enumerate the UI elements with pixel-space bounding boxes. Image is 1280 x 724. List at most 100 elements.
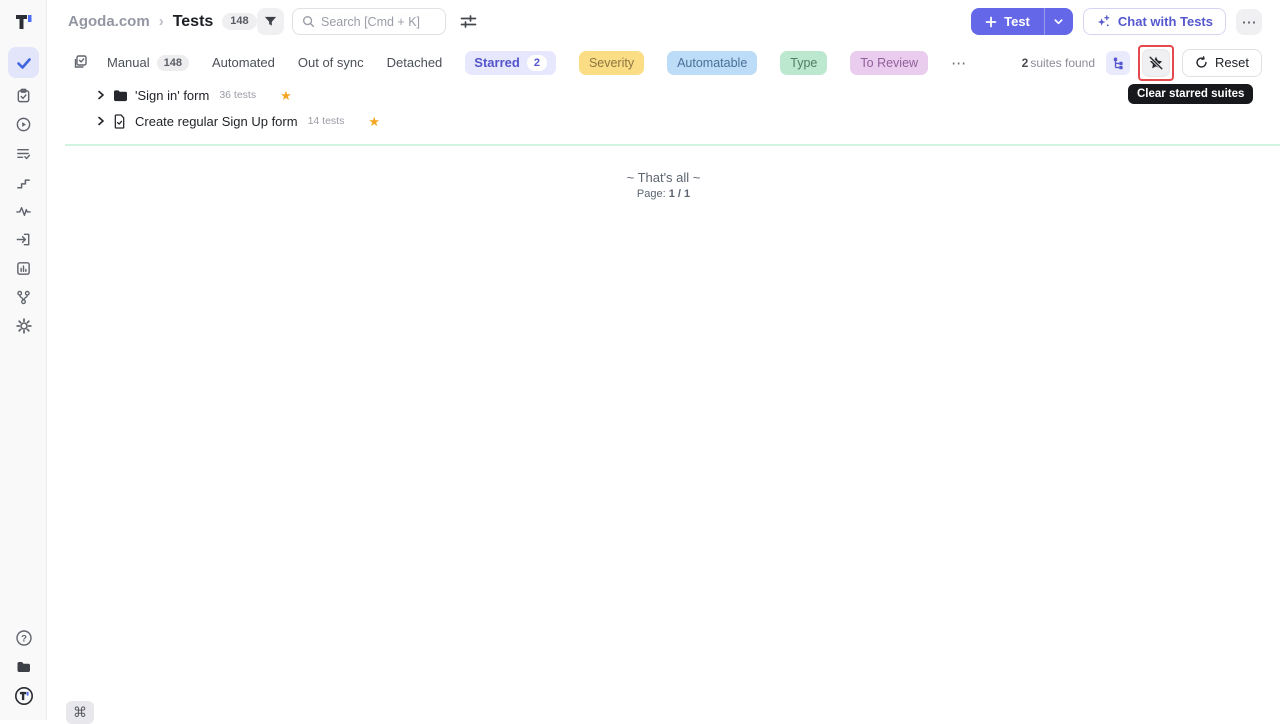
bar-chart-icon <box>15 260 32 277</box>
results-count-label: suites found <box>1030 56 1095 70</box>
bulk-select-button[interactable] <box>70 53 90 73</box>
app-logo-icon[interactable] <box>13 11 35 33</box>
sidebar-item-import[interactable] <box>8 224 39 255</box>
page-label: Page: <box>637 188 666 200</box>
import-box-icon <box>15 231 32 248</box>
check-icon <box>15 54 33 72</box>
sidebar-item-brand[interactable] <box>8 680 39 711</box>
action-highlight-box <box>1138 45 1174 81</box>
ellipsis-icon: ⋯ <box>1242 13 1257 31</box>
chip-to-review[interactable]: To Review <box>850 51 928 75</box>
folder-icon <box>15 658 33 676</box>
sidebar-item-reports[interactable] <box>8 253 39 284</box>
suites-tree: 'Sign in' form 36 tests ★ Create regular… <box>47 82 1280 134</box>
tab-manual[interactable]: Manual 148 <box>107 55 189 71</box>
search-icon <box>302 15 315 28</box>
drop-indicator-line <box>65 144 1280 146</box>
chevron-right-icon[interactable] <box>95 115 113 127</box>
new-test-dropdown-button[interactable] <box>1044 8 1073 35</box>
suite-test-count: 14 tests <box>308 115 345 127</box>
page-indicator: Page: 1 / 1 <box>47 188 1280 200</box>
sparkles-icon <box>1096 14 1111 29</box>
filter-funnel-button[interactable] <box>257 8 284 35</box>
chat-with-tests-button[interactable]: Chat with Tests <box>1083 8 1226 35</box>
star-icon[interactable]: ★ <box>280 89 292 102</box>
table-row[interactable]: 'Sign in' form 36 tests ★ <box>47 82 1280 108</box>
tab-automated[interactable]: Automated <box>212 55 275 70</box>
breadcrumb-separator: › <box>159 13 164 30</box>
file-check-icon <box>113 114 135 129</box>
tests-count-badge: 148 <box>222 13 256 30</box>
tab-starred[interactable]: Starred 2 <box>465 51 556 75</box>
breadcrumb: Agoda.com › Tests 148 <box>68 0 257 43</box>
gear-icon <box>15 317 33 335</box>
tab-detached[interactable]: Detached <box>387 55 443 70</box>
tab-automated-label: Automated <box>212 55 275 70</box>
sidebar-item-tests[interactable] <box>8 47 39 78</box>
sidebar: ? <box>0 0 47 720</box>
tab-detached-label: Detached <box>387 55 443 70</box>
end-of-list-text: ~ That's all ~ <box>47 170 1280 185</box>
funnel-icon <box>263 14 278 29</box>
help-circle-icon: ? <box>15 629 33 647</box>
suite-test-count: 36 tests <box>219 89 256 101</box>
results-count: 2suites found <box>1022 56 1095 70</box>
reset-filters-button[interactable]: Reset <box>1182 49 1262 77</box>
sidebar-item-test-plans[interactable] <box>8 80 39 111</box>
steps-icon <box>15 174 32 191</box>
command-key-button[interactable]: ⌘ <box>66 701 94 724</box>
results-count-number: 2 <box>1022 56 1029 70</box>
new-test-split-button: Test <box>971 8 1073 35</box>
topbar: Agoda.com › Tests 148 T <box>47 0 1280 43</box>
sidebar-item-settings[interactable] <box>8 310 39 341</box>
suite-name[interactable]: Create regular Sign Up form <box>135 114 298 129</box>
chevron-right-icon[interactable] <box>95 89 113 101</box>
table-row[interactable]: Create regular Sign Up form 14 tests ★ <box>47 108 1280 134</box>
star-icon[interactable]: ★ <box>368 115 380 128</box>
tooltip-clear-starred-suites: Clear starred suites <box>1128 84 1253 104</box>
sliders-icon <box>459 12 478 31</box>
topbar-more-button[interactable]: ⋯ <box>1236 9 1262 35</box>
sidebar-item-docs[interactable] <box>8 651 39 682</box>
tab-manual-count: 148 <box>157 55 189 71</box>
list-check-icon <box>15 145 32 162</box>
page-value: 1 / 1 <box>669 188 690 200</box>
activity-pulse-icon <box>15 203 32 220</box>
sidebar-item-shared-steps[interactable] <box>8 167 39 198</box>
sidebar-item-checklists[interactable] <box>8 138 39 169</box>
filters-more-button[interactable]: ⋯ <box>951 54 967 72</box>
clipboard-check-icon <box>15 87 32 104</box>
tab-out-of-sync[interactable]: Out of sync <box>298 55 364 70</box>
chip-automatable[interactable]: Automatable <box>667 51 757 75</box>
brand-circle-icon <box>14 686 34 706</box>
search-box[interactable] <box>292 8 446 35</box>
bulk-select-icon <box>71 53 89 71</box>
command-icon: ⌘ <box>73 704 87 721</box>
svg-text:?: ? <box>21 633 27 644</box>
filter-bar: Manual 148 Automated Out of sync Detache… <box>47 43 1280 82</box>
chip-type[interactable]: Type <box>780 51 827 75</box>
breadcrumb-page[interactable]: Tests <box>173 13 214 31</box>
chip-severity[interactable]: Severity <box>579 51 644 75</box>
new-test-button[interactable]: Test <box>971 8 1044 35</box>
chevron-down-icon <box>1053 16 1064 27</box>
clear-starred-button[interactable] <box>1142 49 1170 77</box>
tab-starred-label: Starred <box>474 55 520 70</box>
folder-icon <box>113 89 135 102</box>
filter-tabs: Manual 148 Automated Out of sync Detache… <box>107 43 967 82</box>
search-input[interactable] <box>321 15 431 29</box>
view-options-button[interactable] <box>458 12 478 32</box>
tab-starred-count: 2 <box>527 55 547 71</box>
sidebar-item-branches[interactable] <box>8 282 39 313</box>
list-footer: ~ That's all ~ Page: 1 / 1 <box>47 170 1280 200</box>
ellipsis-icon: ⋯ <box>951 55 967 72</box>
play-circle-icon <box>15 116 32 133</box>
sidebar-item-activity[interactable] <box>8 196 39 227</box>
sidebar-item-help[interactable]: ? <box>8 622 39 653</box>
breadcrumb-project[interactable]: Agoda.com <box>68 13 150 30</box>
suite-name[interactable]: 'Sign in' form <box>135 88 209 103</box>
tree-view-button[interactable] <box>1106 51 1130 75</box>
sidebar-item-runs[interactable] <box>8 109 39 140</box>
refresh-icon <box>1195 56 1208 69</box>
tab-out-of-sync-label: Out of sync <box>298 55 364 70</box>
